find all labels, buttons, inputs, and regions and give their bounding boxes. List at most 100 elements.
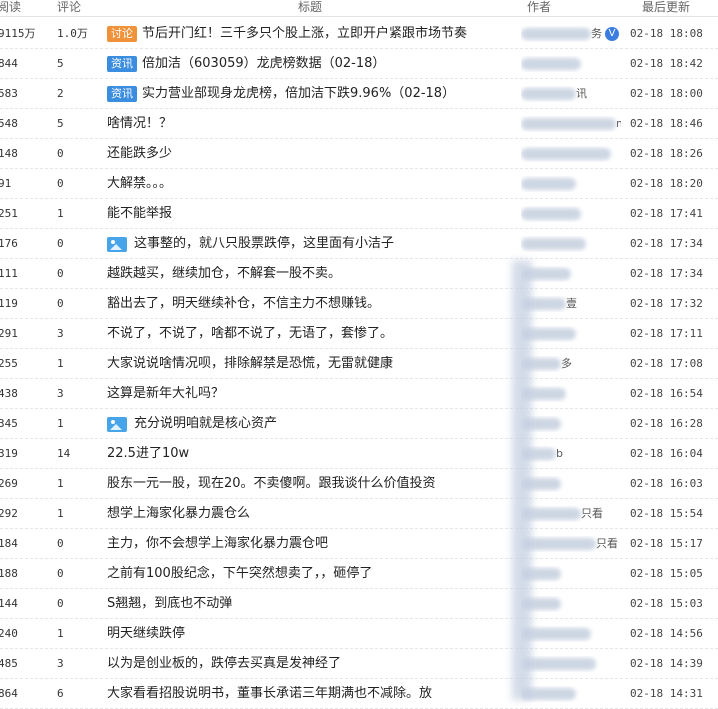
post-title-cell: 明天继续跌停 — [107, 626, 517, 642]
post-title-link[interactable]: 不说了，不说了，啥都不说了，无语了，套惨了。 — [107, 326, 393, 341]
post-title-cell: 资讯 倍加洁（603059）龙虎榜数据（02-18） — [107, 56, 517, 72]
table-row: 345 1 充分说明咱就是核心资产 02-18 16:28 — [0, 409, 718, 439]
author-name-link[interactable]: 多 — [561, 357, 572, 370]
last-update-time: 02-18 16:04 — [630, 447, 703, 460]
author-name-link[interactable]: 只看 — [596, 537, 618, 550]
author-cell — [521, 416, 621, 432]
post-title-link[interactable]: 越跌越买，继续加仓，不解套一股不卖。 — [107, 266, 341, 281]
author-cell — [521, 266, 621, 282]
last-update-time: 02-18 17:08 — [630, 357, 703, 370]
comment-count: 1 — [57, 207, 64, 220]
post-title-cell: 豁出去了，明天继续补仓，不信主力不想赚钱。 — [107, 296, 517, 312]
table-row: 292 1 想学上海家化暴力震仓么 只看 02-18 15:54 — [0, 499, 718, 529]
author-redacted — [521, 28, 591, 40]
news-tag: 资讯 — [107, 56, 137, 72]
table-row: 111 0 越跌越买，继续加仓，不解套一股不卖。 02-18 17:34 — [0, 259, 718, 289]
post-title-link[interactable]: 明天继续跌停 — [107, 626, 185, 641]
author-cell: b — [521, 446, 621, 462]
comment-count: 1 — [57, 477, 64, 490]
author-redacted — [521, 178, 576, 190]
table-row: 255 1 大家说说啥情况呗，排除解禁是恐慌，无雷就健康 多 02-18 17:08 — [0, 349, 718, 379]
last-update-time: 02-18 15:17 — [630, 537, 703, 550]
comment-count: 1 — [57, 627, 64, 640]
post-title-link[interactable]: 主力，你不会想学上海家化暴力震仓吧 — [107, 536, 328, 551]
post-title-link[interactable]: 想学上海家化暴力震仓么 — [107, 506, 250, 521]
post-title-link[interactable]: 豁出去了，明天继续补仓，不信主力不想赚钱。 — [107, 296, 380, 311]
read-count: 119 — [0, 297, 18, 310]
post-title-link[interactable]: 之前有100股纪念，下午突然想卖了，，砸停了 — [107, 566, 372, 581]
read-count: 144 — [0, 597, 18, 610]
last-update-time: 02-18 14:31 — [630, 687, 703, 700]
author-cell — [521, 326, 621, 342]
post-title-link[interactable]: 股东一元一股，现在20。不卖傻啊。跟我谈什么价值投资 — [107, 476, 436, 491]
author-cell — [521, 206, 621, 222]
read-count: 255 — [0, 357, 18, 370]
post-title-cell: 啥情况！？ — [107, 116, 517, 132]
post-title-cell: 大家说说啥情况呗，排除解禁是恐慌，无雷就健康 — [107, 356, 517, 372]
table-row: 291 3 不说了，不说了，啥都不说了，无语了，套惨了。 02-18 17:11 — [0, 319, 718, 349]
post-title-link[interactable]: 还能跌多少 — [107, 146, 172, 161]
post-title-link[interactable]: 啥情况！？ — [107, 116, 172, 131]
comment-count: 1 — [57, 507, 64, 520]
author-name-link[interactable]: b — [556, 447, 563, 460]
comment-count: 0 — [57, 267, 64, 280]
post-title-cell: S翘翘，到底也不动弹 — [107, 596, 517, 612]
read-count: 176 — [0, 237, 18, 250]
header-comments[interactable]: 评论 — [57, 0, 81, 15]
post-title-link[interactable]: 能不能举报 — [107, 206, 172, 221]
post-title-link[interactable]: 倍加洁（603059）龙虎榜数据（02-18） — [142, 56, 385, 71]
header-author: 作者 — [527, 0, 552, 14]
post-title-link[interactable]: 以为是创业板的，跌停去买真是发神经了 — [107, 656, 341, 671]
post-title-cell: 这事整的，就八只股票跌停，这里面有小洁子 — [107, 236, 517, 252]
header-read[interactable]: 阅读 — [0, 0, 21, 15]
last-update-time: 02-18 16:54 — [630, 387, 703, 400]
comment-count: 0 — [57, 177, 64, 190]
post-title-link[interactable]: 节后开门红！三千多只个股上涨，立即开户紧跟市场节奏 — [142, 26, 467, 41]
post-title-cell: 资讯 实力营业部现身龙虎榜，倍加洁下跌9.96%（02-18） — [107, 86, 517, 102]
table-row: 548 5 啥情况！？ m84 02-18 18:46 — [0, 109, 718, 139]
last-update-time: 02-18 18:08 — [630, 27, 703, 40]
header-last-update[interactable]: 最后更新 — [642, 0, 690, 15]
post-title-cell: 22.5进了10w — [107, 446, 517, 462]
author-name-link[interactable]: 只看 — [581, 507, 603, 520]
post-title-link[interactable]: 充分说明咱就是核心资产 — [134, 416, 277, 431]
post-title-cell: 之前有100股纪念，下午突然想卖了，，砸停了 — [107, 566, 517, 582]
last-update-time: 02-18 17:41 — [630, 207, 703, 220]
read-count: 240 — [0, 627, 18, 640]
author-name-link[interactable]: 务 — [591, 27, 602, 40]
read-count: 188 — [0, 567, 18, 580]
author-redacted — [521, 538, 596, 550]
post-title-cell: 讨论 节后开门红！三千多只个股上涨，立即开户紧跟市场节奏 — [107, 26, 517, 42]
table-row: 251 1 能不能举报 02-18 17:41 — [0, 199, 718, 229]
post-title-link[interactable]: 22.5进了10w — [107, 446, 189, 461]
table-row: 583 2 资讯 实力营业部现身龙虎榜，倍加洁下跌9.96%（02-18） 讯 02-18… — [0, 79, 718, 109]
post-title-link[interactable]: 大家看看招股说明书，董事长承诺三年期满也不减除。放 — [107, 686, 432, 701]
author-name-link[interactable]: 讯 — [576, 87, 587, 100]
post-title-cell: 大家看看招股说明书，董事长承诺三年期满也不减除。放 — [107, 686, 517, 702]
post-title-link[interactable]: 大解禁。。。 — [107, 176, 172, 191]
author-name-link[interactable]: m84 — [616, 117, 621, 130]
last-update-time: 02-18 14:39 — [630, 657, 703, 670]
post-title-link[interactable]: 这事整的，就八只股票跌停，这里面有小洁子 — [134, 236, 394, 251]
comment-count: 1.0万 — [57, 27, 88, 40]
discuss-tag: 讨论 — [107, 26, 137, 42]
post-title-link[interactable]: S翘翘，到底也不动弹 — [107, 596, 232, 611]
last-update-time: 02-18 17:11 — [630, 327, 703, 340]
table-row: 184 0 主力，你不会想学上海家化暴力震仓吧 只看 02-18 15:17 — [0, 529, 718, 559]
read-count: 438 — [0, 387, 18, 400]
read-count: 148 — [0, 147, 18, 160]
comment-count: 3 — [57, 327, 64, 340]
comment-count: 3 — [57, 657, 64, 670]
author-cell: 多 — [521, 356, 621, 372]
author-name-link[interactable]: 壹 — [566, 297, 577, 310]
post-title-link[interactable]: 实力营业部现身龙虎榜，倍加洁下跌9.96%（02-18） — [142, 86, 455, 101]
author-cell: 讯 — [521, 86, 621, 102]
last-update-time: 02-18 18:00 — [630, 87, 703, 100]
comment-count: 0 — [57, 297, 64, 310]
author-redacted — [521, 58, 581, 70]
table-row: 148 0 还能跌多少 02-18 18:26 — [0, 139, 718, 169]
verified-badge-icon: V — [605, 27, 619, 41]
author-cell — [521, 626, 621, 642]
post-title-link[interactable]: 这算是新年大礼吗？ — [107, 386, 224, 401]
post-title-link[interactable]: 大家说说啥情况呗，排除解禁是恐慌，无雷就健康 — [107, 356, 393, 371]
